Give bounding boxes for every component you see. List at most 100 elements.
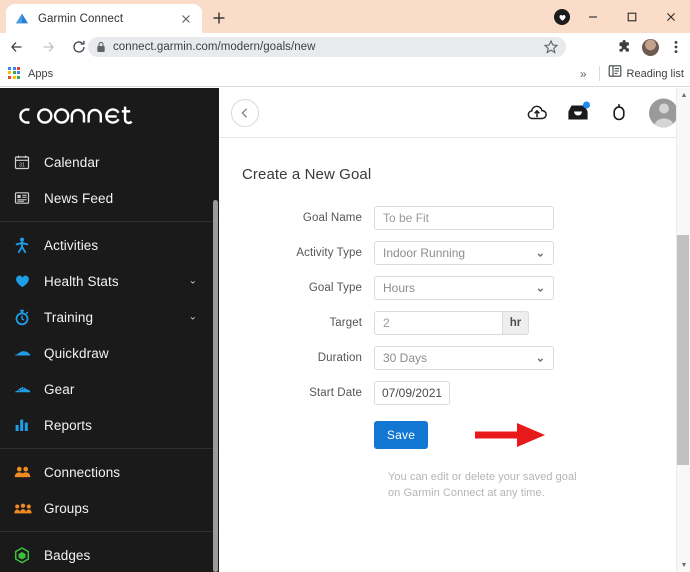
- sidebar-item-calendar[interactable]: 31 Calendar: [0, 144, 219, 180]
- sidebar-item-reports[interactable]: Reports: [0, 407, 219, 443]
- sidebar-item-training[interactable]: Training ⌄: [0, 299, 219, 335]
- start-date-input[interactable]: 07/09/2021: [374, 381, 450, 405]
- stopwatch-icon: [14, 309, 40, 326]
- sidebar-item-gear[interactable]: Gear: [0, 371, 219, 407]
- heart-icon: [14, 273, 40, 289]
- two-people-icon: [14, 465, 40, 479]
- chevron-down-icon: ⌄: [536, 247, 545, 260]
- red-arrow-annotation-icon: [475, 422, 545, 448]
- activity-type-select[interactable]: Indoor Running ⌄: [374, 241, 554, 265]
- extensions-puzzle-icon[interactable]: [614, 37, 634, 57]
- duration-field[interactable]: 30 Days ⌄: [374, 346, 554, 370]
- scroll-up-arrow-icon[interactable]: ▲: [677, 88, 690, 102]
- quickdraw-icon: [14, 347, 40, 359]
- goal-type-value: Hours: [383, 281, 415, 295]
- activity-type-field[interactable]: Indoor Running ⌄: [374, 241, 554, 265]
- bookmarks-bar: Apps » Reading list: [0, 61, 690, 87]
- svg-text:31: 31: [19, 163, 25, 169]
- scroll-down-arrow-icon[interactable]: ▼: [677, 558, 690, 572]
- bookmark-star-icon[interactable]: [543, 39, 559, 55]
- bookmarks-bar-right: » Reading list: [576, 64, 684, 83]
- target-input[interactable]: 2: [374, 311, 502, 335]
- heart-icon[interactable]: [554, 9, 570, 25]
- toolbar-extension-icons: [614, 37, 686, 57]
- sidebar-divider: [0, 221, 219, 222]
- maximize-button[interactable]: [612, 0, 651, 33]
- start-date-field[interactable]: 07/09/2021: [374, 381, 450, 405]
- window-controls: [573, 0, 690, 33]
- sidebar-item-news-feed[interactable]: News Feed: [0, 180, 219, 216]
- app-header: [219, 88, 690, 138]
- sidebar-item-connections[interactable]: Connections: [0, 454, 219, 490]
- chevron-double-right-icon[interactable]: »: [576, 67, 591, 81]
- window-close-button[interactable]: [651, 0, 690, 33]
- chevron-down-icon[interactable]: ⌄: [189, 276, 197, 287]
- address-bar[interactable]: connect.garmin.com/modern/goals/new: [88, 37, 566, 57]
- shoe-icon: [14, 383, 40, 395]
- duration-select[interactable]: 30 Days ⌄: [374, 346, 554, 370]
- apps-shortcut[interactable]: Apps: [8, 67, 53, 81]
- sidebar-item-label: Reports: [44, 418, 92, 433]
- sidebar-item-health-stats[interactable]: Health Stats ⌄: [0, 263, 219, 299]
- profile-avatar-icon[interactable]: [640, 37, 660, 57]
- goal-name-field[interactable]: To be Fit: [374, 206, 554, 230]
- helper-text: You can edit or delete your saved goal o…: [388, 469, 588, 501]
- lock-icon: [94, 41, 107, 53]
- sidebar-group-1: 31 Calendar News Feed: [0, 144, 219, 216]
- page-title: Create a New Goal: [242, 166, 371, 183]
- chevron-down-icon[interactable]: ⌄: [189, 312, 197, 323]
- back-button[interactable]: [3, 33, 31, 61]
- goal-type-field[interactable]: Hours ⌄: [374, 276, 554, 300]
- new-tab-button[interactable]: [208, 7, 230, 29]
- browser-window: Garmin Connect: [0, 0, 690, 572]
- goal-form: Goal Name To be Fit Activity Type Indoor…: [219, 206, 670, 460]
- sidebar-divider: [0, 448, 219, 449]
- goal-type-select[interactable]: Hours ⌄: [374, 276, 554, 300]
- back-button[interactable]: [231, 99, 259, 127]
- apps-label: Apps: [28, 68, 53, 80]
- activities-runner-icon: [14, 237, 40, 254]
- kebab-menu-icon[interactable]: [666, 37, 686, 57]
- page-viewport: 31 Calendar News Feed Activiti: [0, 88, 690, 572]
- reading-list-label: Reading list: [627, 68, 684, 80]
- news-feed-icon: [14, 190, 40, 206]
- sidebar-item-label: Badges: [44, 548, 90, 563]
- sidebar-item-label: Quickdraw: [44, 346, 109, 361]
- sidebar-item-label: Groups: [44, 501, 89, 516]
- field-label: Start Date: [219, 387, 374, 399]
- sidebar-item-badges[interactable]: Badges: [0, 537, 219, 572]
- chevron-down-icon: ⌄: [536, 352, 545, 365]
- close-icon[interactable]: [178, 11, 194, 27]
- sidebar-item-quickdraw[interactable]: Quickdraw: [0, 335, 219, 371]
- sidebar-item-label: Training: [44, 310, 93, 325]
- inbox-icon[interactable]: [567, 102, 589, 124]
- sidebar-item-label: Connections: [44, 465, 120, 480]
- sidebar-group-2: Activities Health Stats ⌄ Training ⌄: [0, 227, 219, 443]
- sidebar-item-label: Health Stats: [44, 274, 119, 289]
- sidebar-scrollbar-thumb[interactable]: [213, 200, 218, 572]
- notification-badge: [583, 102, 590, 109]
- three-people-icon: [14, 502, 40, 515]
- browser-tab[interactable]: Garmin Connect: [6, 4, 202, 33]
- divider: [599, 66, 600, 81]
- goal-name-input[interactable]: To be Fit: [374, 206, 554, 230]
- connect-logo[interactable]: [0, 88, 219, 144]
- garmin-triangle-icon: [14, 11, 30, 27]
- target-field[interactable]: 2 hr: [374, 311, 529, 335]
- chevron-down-icon: ⌄: [536, 282, 545, 295]
- sidebar-item-label: Gear: [44, 382, 74, 397]
- sidebar-item-label: Activities: [44, 238, 98, 253]
- device-watch-icon[interactable]: [608, 102, 630, 124]
- cloud-upload-icon[interactable]: [526, 102, 548, 124]
- forward-button[interactable]: [34, 33, 62, 61]
- reading-list-button[interactable]: Reading list: [608, 64, 684, 83]
- save-button[interactable]: Save: [374, 421, 428, 449]
- save-button-wrap: Save: [374, 421, 428, 449]
- main-scrollbar-thumb[interactable]: [677, 235, 689, 465]
- minimize-button[interactable]: [573, 0, 612, 33]
- sidebar-item-activities[interactable]: Activities: [0, 227, 219, 263]
- form-row-activity-type: Activity Type Indoor Running ⌄: [219, 241, 670, 265]
- apps-grid-icon: [8, 67, 22, 81]
- avatar[interactable]: [649, 98, 678, 127]
- sidebar-item-groups[interactable]: Groups: [0, 490, 219, 526]
